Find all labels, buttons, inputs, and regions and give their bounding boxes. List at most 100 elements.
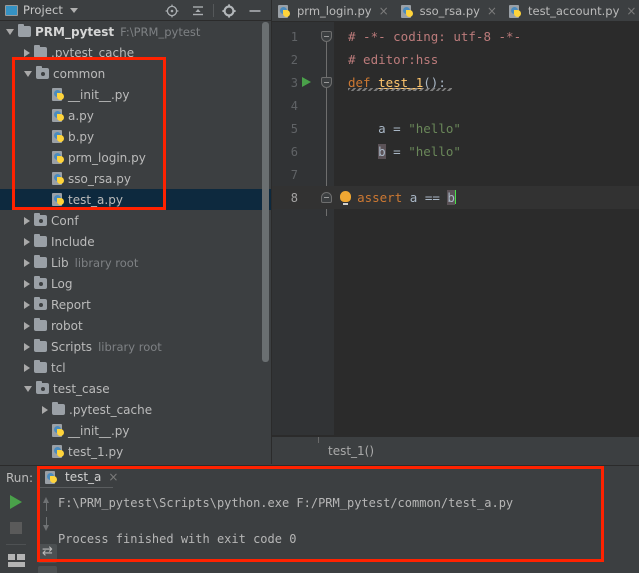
fold-marker[interactable] [321,77,332,88]
tree-row[interactable]: Conf [0,210,272,231]
code-line[interactable]: 3 def test_1(): [272,71,639,94]
tree-row-label: PRM_pytest [35,24,115,39]
tree-row[interactable]: .pytest_cache [0,399,272,420]
soft-wrap-icon[interactable] [38,544,57,563]
folder-icon [52,401,65,415]
scroll-up-stem [46,503,47,511]
code-line[interactable]: 4 [272,94,639,117]
tree-row[interactable]: test_a.py [0,189,272,210]
tree-row[interactable]: common [0,63,272,84]
collapse-all-icon[interactable] [185,0,211,21]
close-icon[interactable]: × [626,4,636,18]
chevron-right-icon[interactable] [24,258,30,267]
line-number: 6 [290,144,298,159]
tree-row[interactable]: test_case [0,378,272,399]
locate-icon[interactable] [159,0,185,21]
console-tab-test-a[interactable]: test_a × [38,466,125,488]
editor-tab[interactable]: test_account.py × [503,0,639,21]
console-output-line: Process finished with exit code 0 [58,532,297,546]
tree-row-label: test_case [53,381,110,396]
code-string: "hello" [408,121,461,136]
layout-icon[interactable] [8,554,25,567]
breadcrumb-tick [318,437,319,443]
code-line[interactable]: 1 # -*- coding: utf-8 -*- [272,25,639,48]
gutter-run-icon[interactable] [302,77,311,87]
source-folder-icon [34,275,47,289]
chevron-right-icon[interactable] [24,363,30,372]
tree-row[interactable]: __init__.py [0,84,272,105]
chevron-right-icon[interactable] [24,48,30,57]
code-line[interactable]: 6 b = "hello" [272,140,639,163]
project-tree-scrollbar[interactable] [262,22,269,362]
tree-row[interactable]: Include [0,231,272,252]
tree-row[interactable]: Report [0,294,272,315]
chevron-right-icon[interactable] [24,237,30,246]
console-output[interactable]: F:\PRM_pytest\Scripts\python.exe F:/PRM_… [58,488,639,573]
editor-tab-label: prm_login.py [297,3,372,18]
scroll-down-icon[interactable] [43,525,49,531]
tree-row-label: robot [51,318,83,333]
tree-row[interactable]: __init__.py [0,420,272,441]
code-editor[interactable]: 1 # -*- coding: utf-8 -*- 2 # editor:hss 3 de… [272,22,639,435]
code-line[interactable]: 8 assert a == b [272,186,639,209]
chevron-down-icon[interactable] [24,70,32,77]
chevron-right-icon[interactable] [24,321,30,330]
stop-icon[interactable] [10,522,22,534]
code-text: # editor:hss [348,52,438,67]
python-file-icon [52,445,65,458]
chevron-right-icon[interactable] [24,279,30,288]
tree-row-label: test_a.py [68,192,123,207]
settings-gear-icon[interactable] [216,0,242,21]
editor-breadcrumb[interactable]: test_1() [272,436,639,464]
code-line[interactable]: 7 [272,163,639,186]
fold-marker[interactable] [321,192,332,203]
close-icon[interactable]: × [487,4,497,18]
tree-row[interactable]: Lib library root [0,252,272,273]
tree-row[interactable]: Scripts library root [0,336,272,357]
project-tree[interactable]: PRM_pytest F:\PRM_pytest .pytest_cache comm… [0,21,272,464]
chevron-right-icon[interactable] [24,342,30,351]
source-folder-icon [34,296,47,310]
chevron-down-icon[interactable] [24,385,32,392]
console-gutter [36,488,58,573]
toolbar-separator [213,4,214,17]
tree-row-label: Conf [51,213,79,228]
fold-marker[interactable] [321,31,332,42]
tree-row[interactable]: Log [0,273,272,294]
line-number: 4 [290,98,298,113]
chevron-down-icon[interactable] [70,7,79,13]
pycharm-window: Project PRM_pytest F:\PRM_pytest .pytest… [0,0,639,573]
tree-row[interactable]: robot [0,315,272,336]
minimize-icon[interactable] [242,0,268,21]
close-icon[interactable]: × [379,4,389,18]
editor-tab[interactable]: prm_login.py × [272,0,395,21]
tree-row[interactable]: b.py [0,126,272,147]
editor-tab-bar[interactable]: prm_login.py × sso_rsa.py × test_account.py × [272,0,639,22]
breadcrumb-label: test_1() [328,443,375,458]
run-window-label: Run: [6,471,34,485]
code-line[interactable]: 5 a = "hello" [272,117,639,140]
close-icon[interactable]: × [108,470,118,484]
tree-row-label: Scripts [51,339,93,354]
tree-row[interactable]: tcl [0,357,272,378]
tree-row[interactable]: test_1.py [0,441,272,462]
chevron-down-icon[interactable] [6,28,14,35]
editor-tab[interactable]: sso_rsa.py × [395,0,503,21]
project-tool-button[interactable]: Project [0,3,79,17]
run-icon[interactable] [10,495,22,509]
tree-row[interactable]: .pytest_cache [0,42,272,63]
folder-icon [34,359,47,373]
tree-row[interactable]: PRM_pytest F:\PRM_pytest [0,21,272,42]
code-line[interactable]: 2 # editor:hss [272,48,639,71]
python-file-icon [52,424,65,437]
tree-row[interactable]: prm_login.py [0,147,272,168]
chevron-right-icon[interactable] [24,216,30,225]
code-variable-a: a [409,189,418,205]
console-tab-bar[interactable]: test_a × [38,466,639,489]
sidebar-separator [6,544,26,545]
tree-row[interactable]: a.py [0,105,272,126]
print-icon[interactable] [38,566,57,573]
tree-row[interactable]: sso_rsa.py [0,168,272,189]
chevron-right-icon[interactable] [24,300,30,309]
chevron-right-icon[interactable] [42,405,48,414]
